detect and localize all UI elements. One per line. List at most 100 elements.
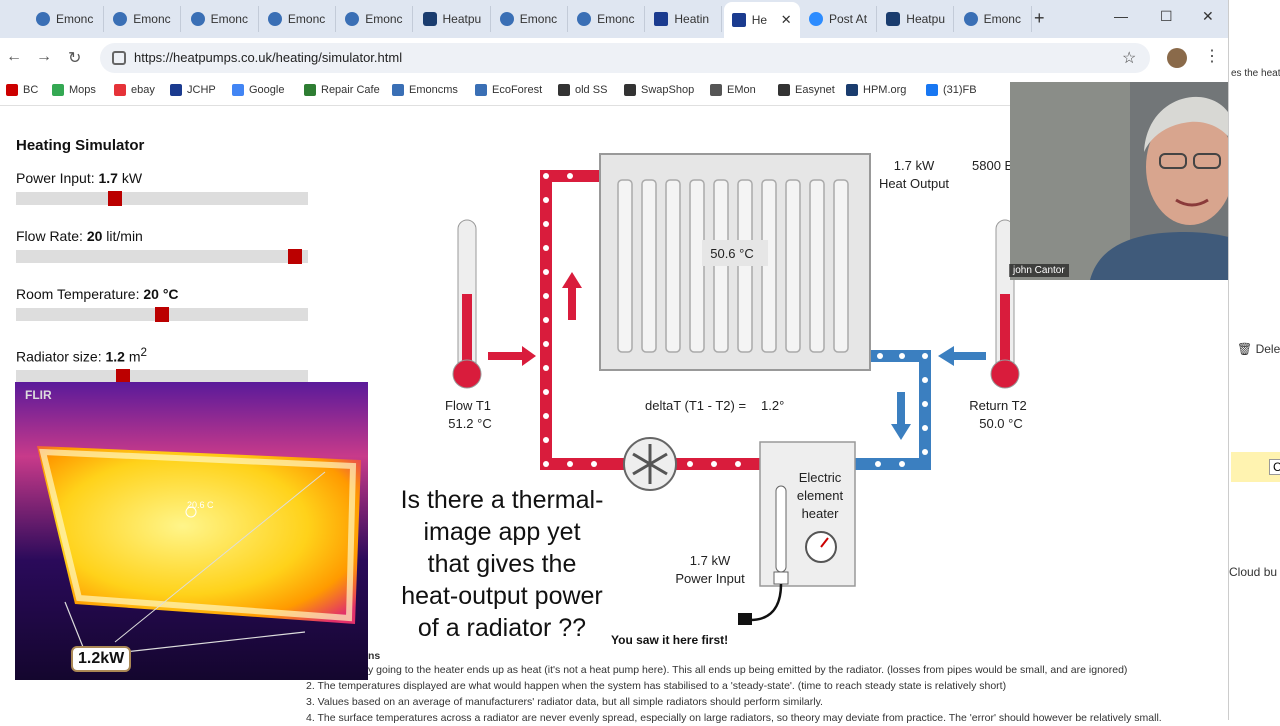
new-tab-button[interactable]: + (1034, 8, 1045, 29)
flow-label-text: Flow Rate: (16, 228, 83, 244)
emoncms-icon (499, 12, 514, 26)
browser-tab[interactable]: Post At (801, 6, 877, 32)
flow-unit: lit/min (106, 228, 143, 244)
bookmark-item[interactable]: SwapShop (624, 84, 694, 96)
menu-icon[interactable]: ⋮ (1204, 46, 1220, 66)
power-input-slider[interactable] (16, 191, 308, 206)
emoncms-icon (190, 12, 205, 26)
bookmark-item[interactable]: old SS (558, 84, 607, 96)
btu-value: 5800 B (972, 158, 1013, 173)
browser-tab[interactable]: Emonc (569, 6, 646, 32)
bookmark-star-icon[interactable]: ☆ (1122, 48, 1136, 68)
tab-label: Emonc (56, 12, 94, 26)
close-tab-icon[interactable]: ✕ (781, 12, 792, 28)
return-pipe (855, 350, 931, 470)
bookmark-label: EMon (727, 84, 756, 96)
bookmark-item[interactable]: (31)FB (926, 84, 977, 96)
bookmark-favicon-icon (232, 84, 244, 96)
power-cable (749, 583, 783, 622)
flow-rate-label: Flow Rate: 20 lit/min (16, 228, 143, 244)
webcam-name-label: john Cantor (1009, 264, 1069, 277)
browser-tab[interactable]: He ✕ (723, 2, 800, 38)
browser-tab[interactable]: Heatpu (878, 6, 955, 32)
question-line: heat-output power (401, 582, 603, 610)
reload-icon[interactable]: ↻ (68, 48, 81, 68)
bookmark-label: (31)FB (943, 84, 977, 96)
bookmark-item[interactable]: Emoncms (392, 84, 458, 96)
close-window-icon[interactable]: ✕ (1202, 8, 1214, 25)
flow-rate-slider[interactable] (16, 249, 308, 264)
cloud-text: Cloud bu (1229, 565, 1278, 579)
bookmark-favicon-icon (710, 84, 722, 96)
bookmark-item[interactable]: ebay (114, 84, 155, 96)
browser-tab[interactable]: Emonc (183, 6, 259, 32)
bookmark-item[interactable]: EcoForest (475, 84, 542, 96)
browser-tab[interactable]: Emonc (337, 6, 414, 32)
flow-slider-handle[interactable] (288, 249, 303, 264)
bookmark-item[interactable]: JCHP (170, 84, 216, 96)
thermal-image: FLIR 20.6 C 1.2kW (15, 382, 368, 680)
bookmark-item[interactable]: Easynet (778, 84, 835, 96)
tab-label: Post At (829, 12, 868, 26)
browser-tab[interactable]: Heatpu (415, 6, 491, 32)
browser-tab[interactable]: Heatin (646, 6, 723, 32)
heating-element (775, 485, 787, 573)
profile-avatar[interactable] (1167, 48, 1187, 68)
minimize-icon[interactable]: — (1114, 8, 1128, 24)
back-icon[interactable]: ← (6, 48, 22, 66)
bookmark-favicon-icon (475, 84, 487, 96)
tab-label: Emonc (210, 12, 248, 26)
bookmark-item[interactable]: Mops (52, 84, 96, 96)
bookmark-label: Easynet (795, 84, 835, 96)
url-field[interactable]: https://heatpumps.co.uk/heating/simulato… (100, 43, 1150, 73)
tab-label: Emonc (133, 12, 171, 26)
power-slider-handle[interactable] (107, 191, 122, 206)
browser-tab[interactable]: Emonc (105, 6, 182, 32)
bookmark-item[interactable]: HPM.org (846, 84, 906, 96)
tab-label: Emonc (597, 12, 635, 26)
flow-thermometer-bulb (452, 359, 482, 389)
bookmark-item[interactable]: Google (232, 84, 284, 96)
tab-label: He (751, 13, 768, 27)
bookmark-item[interactable]: BC (6, 84, 38, 96)
note-line: 4. The surface temperatures across a rad… (306, 712, 1162, 724)
forward-icon[interactable]: → (36, 48, 52, 66)
browser-tab[interactable]: Emonc (492, 6, 568, 32)
delta-label: deltaT (T1 - T2) = (645, 398, 746, 413)
banner-button[interactable]: C (1269, 459, 1280, 475)
delta-value: 1.2° (761, 398, 784, 413)
emoncms-icon (963, 12, 978, 26)
bookmarks-bar: BC Mops ebay JCHP Google Repair Cafe Emoncms Ec… (0, 78, 1010, 106)
browser-tab[interactable]: Emonc (260, 6, 336, 32)
return-thermometer-bulb (990, 359, 1020, 389)
site-info-icon[interactable] (112, 51, 126, 65)
question-line: of a radiator ?? (417, 614, 587, 642)
power-value: 1.7 (98, 170, 118, 186)
emoncms-icon (36, 12, 50, 26)
power-unit: kW (121, 170, 143, 186)
question-line: image app yet (423, 518, 581, 546)
room-slider-handle[interactable] (155, 307, 169, 322)
bookmark-label: JCHP (187, 84, 216, 96)
maximize-icon[interactable]: ☐ (1160, 8, 1173, 25)
heat-output-label: Heat Output (879, 176, 949, 191)
power-input-label-diagram: Power Input (675, 571, 745, 586)
radiator-label-text: Radiator size: (16, 348, 102, 365)
bookmark-favicon-icon (778, 84, 790, 96)
bookmark-label: BC (23, 84, 39, 96)
heater-label-2: element (797, 488, 844, 503)
browser-tab[interactable]: Emonc (956, 6, 1032, 32)
bookmark-item[interactable]: Repair Cafe (304, 84, 380, 96)
room-temperature-slider[interactable] (16, 307, 308, 322)
question-line: that gives the (427, 550, 577, 578)
emoncms-icon (113, 12, 128, 26)
delete-button[interactable]: 🗑 Delet (1237, 342, 1280, 356)
page-title: Heating Simulator (16, 137, 145, 154)
heat-output-value: 1.7 kW (894, 158, 935, 173)
up-arrow-icon (562, 272, 582, 320)
return-temp: 50.0 °C (979, 416, 1023, 431)
address-bar-row: ← → ↻ https://heatpumps.co.uk/heating/si… (0, 38, 1228, 78)
bookmark-item[interactable]: EMon (710, 84, 756, 96)
browser-tab[interactable]: Emonc (28, 6, 104, 32)
thermal-image-graphic (15, 382, 368, 680)
